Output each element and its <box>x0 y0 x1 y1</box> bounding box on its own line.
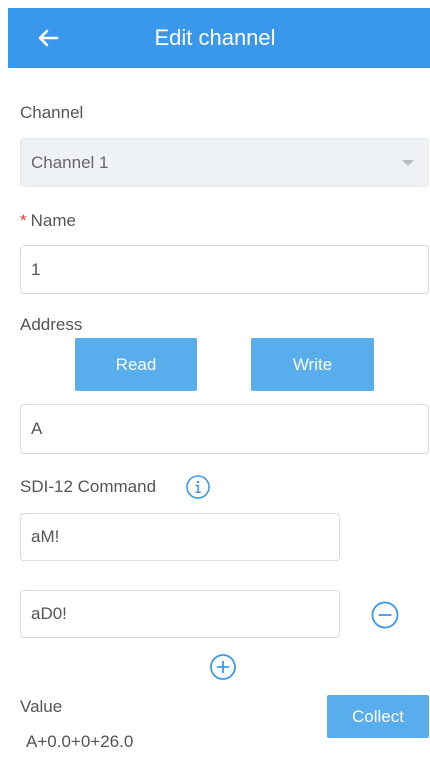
channel-selected-value: Channel 1 <box>31 152 109 172</box>
name-field[interactable]: 1 <box>20 245 429 294</box>
value-label: Value <box>20 697 63 716</box>
write-button[interactable]: Write <box>251 338 374 391</box>
sdi12-command-value-1: aM! <box>31 527 60 546</box>
page-title: Edit channel <box>154 25 276 50</box>
value-reading: A+0.0+0+26.0 <box>26 732 134 751</box>
required-mark: * <box>20 211 27 230</box>
app-header: Edit channel <box>8 8 430 68</box>
name-label-text: Name <box>30 211 76 230</box>
chevron-down-icon <box>402 160 414 166</box>
info-icon[interactable] <box>185 474 211 500</box>
sdi12-label: SDI-12 Command <box>20 477 157 496</box>
address-field[interactable]: A <box>20 404 429 454</box>
name-label: * Name <box>20 211 76 231</box>
name-value: 1 <box>31 259 41 279</box>
plus-circle-icon[interactable] <box>209 653 237 681</box>
collect-button[interactable]: Collect <box>327 695 429 738</box>
sdi12-command-field-2[interactable]: aD0! <box>20 590 340 638</box>
address-value: A <box>31 419 43 438</box>
channel-select[interactable]: Channel 1 <box>20 138 429 187</box>
sdi12-command-field-1[interactable]: aM! <box>20 513 340 561</box>
address-label: Address <box>20 315 83 334</box>
sdi12-command-value-2: aD0! <box>31 604 67 623</box>
channel-label: Channel <box>20 103 84 122</box>
read-button[interactable]: Read <box>75 338 197 391</box>
minus-circle-icon[interactable] <box>370 600 400 630</box>
